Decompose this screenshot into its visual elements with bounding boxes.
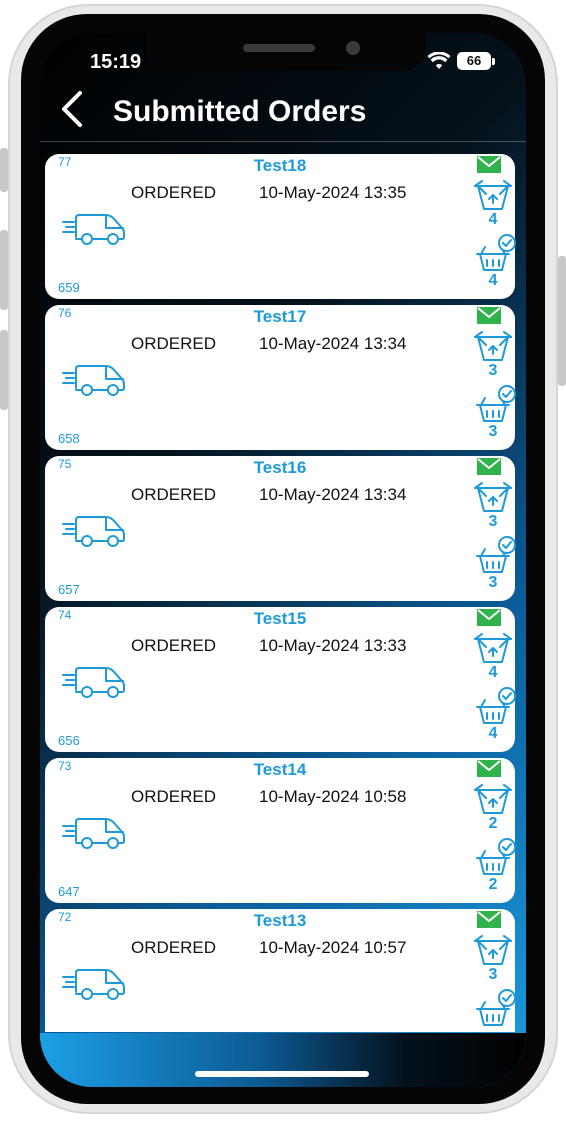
sent-count: 4: [488, 211, 498, 228]
order-name: Test14: [253, 760, 307, 779]
order-date: 10-May-2024 10:58: [259, 787, 407, 806]
order-reference: 657: [58, 582, 80, 597]
sent-count: 3: [488, 513, 498, 530]
envelope-icon[interactable]: [477, 609, 501, 626]
phone-power-button: [558, 256, 566, 386]
basket-confirmed-icon[interactable]: [475, 384, 516, 424]
delivery-van-icon: [62, 667, 125, 698]
order-status: ORDERED: [131, 787, 217, 806]
delivery-van-icon: [62, 969, 125, 1000]
basket-upload-icon[interactable]: [472, 180, 514, 212]
sent-count: 3: [488, 362, 498, 379]
order-name: Test13: [253, 911, 307, 930]
basket-confirmed-icon[interactable]: [475, 686, 516, 726]
basket-upload-icon[interactable]: [472, 633, 514, 665]
order-card[interactable]: 76 Test17 ORDERED 10-May-2024 13:34 658: [45, 305, 516, 450]
delivery-van-icon: [62, 365, 125, 396]
envelope-icon[interactable]: [477, 307, 501, 324]
order-date: 10-May-2024 13:34: [259, 485, 407, 504]
confirmed-count: 2: [488, 876, 498, 893]
order-status: ORDERED: [131, 938, 217, 957]
delivery-van-icon: [62, 516, 125, 547]
order-name: Test15: [253, 609, 307, 628]
battery-tip: [492, 58, 495, 65]
status-time: 15:19: [90, 51, 142, 73]
battery-indicator: 66: [457, 52, 491, 70]
confirmed-count: 4: [488, 272, 498, 289]
order-date: 10-May-2024 10:57: [259, 938, 407, 957]
basket-confirmed-icon[interactable]: [475, 988, 516, 1028]
basket-upload-icon[interactable]: [472, 935, 514, 967]
order-status: ORDERED: [131, 334, 217, 353]
order-reference: 647: [58, 884, 80, 899]
order-name: Test16: [253, 458, 307, 477]
sent-count: 4: [488, 664, 498, 681]
phone-silent-switch: [0, 148, 8, 192]
order-date: 10-May-2024 13:33: [259, 636, 407, 655]
phone-volume-down: [0, 330, 8, 410]
order-card[interactable]: 72 Test13 ORDERED 10-May-2024 10:57 3: [45, 909, 516, 1032]
order-name: Test18: [253, 156, 307, 175]
order-status: ORDERED: [131, 485, 217, 504]
confirmed-count: 3: [488, 574, 498, 591]
confirmed-count: 4: [488, 725, 498, 742]
sent-count: 2: [488, 815, 498, 832]
order-card[interactable]: 73 Test14 ORDERED 10-May-2024 10:58 647: [45, 758, 516, 903]
delivery-van-icon: [62, 214, 125, 245]
basket-upload-icon[interactable]: [472, 482, 514, 514]
order-status: ORDERED: [131, 636, 217, 655]
order-reference: 656: [58, 733, 80, 748]
envelope-icon[interactable]: [477, 911, 501, 928]
order-date: 10-May-2024 13:35: [259, 183, 407, 202]
basket-confirmed-icon[interactable]: [475, 837, 516, 877]
sent-count: 3: [488, 966, 498, 983]
order-status: ORDERED: [131, 183, 217, 202]
order-name: Test17: [253, 307, 307, 326]
order-reference: 659: [58, 280, 80, 295]
app-screen: 15:19 66 Submitted Orders 77 Test18 ORDE…: [40, 33, 526, 1087]
wifi-icon: [427, 52, 451, 69]
delivery-van-icon: [62, 818, 125, 849]
envelope-icon[interactable]: [477, 156, 501, 173]
back-button[interactable]: [56, 89, 90, 129]
order-card[interactable]: 77 Test18 ORDERED 10-May-2024 13:35 659: [45, 154, 516, 299]
confirmed-count: 3: [488, 423, 498, 440]
front-camera: [346, 41, 360, 55]
order-card[interactable]: 75 Test16 ORDERED 10-May-2024 13:34 657: [45, 456, 516, 601]
envelope-icon[interactable]: [477, 458, 501, 475]
basket-upload-icon[interactable]: [472, 784, 514, 816]
page-title: Submitted Orders: [113, 95, 367, 128]
orders-list[interactable]: 77 Test18 ORDERED 10-May-2024 13:35 659: [45, 154, 516, 1032]
order-reference: 658: [58, 431, 80, 446]
home-indicator[interactable]: [195, 1071, 369, 1077]
basket-upload-icon[interactable]: [472, 331, 514, 363]
order-date: 10-May-2024 13:34: [259, 334, 407, 353]
order-card[interactable]: 74 Test15 ORDERED 10-May-2024 13:33 656: [45, 607, 516, 752]
basket-confirmed-icon[interactable]: [475, 535, 516, 575]
basket-confirmed-icon[interactable]: [475, 233, 516, 273]
screen-footer-gradient: [40, 1033, 526, 1087]
speaker-grille: [243, 44, 315, 52]
header-divider: [40, 141, 526, 142]
envelope-icon[interactable]: [477, 760, 501, 777]
notch: [146, 33, 426, 71]
phone-volume-up: [0, 230, 8, 310]
